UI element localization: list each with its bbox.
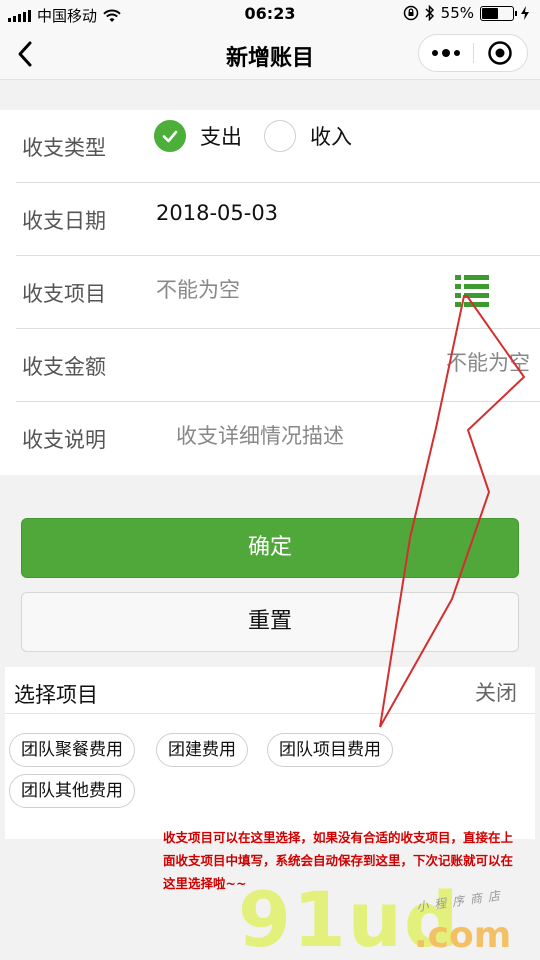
chip-item[interactable]: 团队聚餐费用 — [9, 733, 135, 767]
date-row[interactable]: 收支日期 2018-05-03 — [16, 183, 540, 256]
check-circle-icon — [154, 120, 186, 152]
account-form: 收支类型 支出 收入 收支日期 2018-05-03 收支项目 不能为空 收支金… — [0, 110, 540, 475]
radio-expense[interactable]: 支出 — [154, 120, 242, 152]
picker-title: 选择项目 — [14, 683, 98, 707]
type-row: 收支类型 支出 收入 — [16, 110, 540, 183]
battery-icon — [480, 5, 517, 21]
item-row: 收支项目 不能为空 — [16, 256, 540, 329]
battery-percent: 55% — [440, 4, 474, 22]
radio-expense-label: 支出 — [200, 125, 242, 149]
battery-fill — [482, 7, 498, 19]
item-input[interactable]: 不能为空 — [156, 274, 240, 304]
item-label: 收支项目 — [22, 282, 106, 306]
desc-input[interactable]: 收支详细情况描述 — [176, 420, 344, 450]
amount-row: 收支金额 不能为空 — [16, 329, 540, 402]
bluetooth-icon — [425, 5, 434, 21]
amount-input[interactable]: 不能为空 — [446, 347, 530, 377]
desc-row: 收支说明 收支详细情况描述 — [16, 402, 540, 475]
more-button[interactable] — [419, 49, 473, 57]
desc-label: 收支说明 — [22, 428, 106, 452]
dot-icon — [441, 49, 450, 57]
chip-item[interactable]: 团队项目费用 — [267, 733, 393, 767]
status-bar: 中国移动 06:23 55% — [0, 0, 540, 28]
mini-program-capsule — [418, 34, 528, 72]
amount-label: 收支金额 — [22, 355, 106, 379]
date-label: 收支日期 — [22, 209, 106, 233]
date-value[interactable]: 2018-05-03 — [156, 201, 278, 225]
chip-item[interactable]: 团队其他费用 — [9, 774, 135, 808]
dot-icon — [453, 50, 460, 56]
target-icon — [488, 41, 512, 65]
picker-close-button[interactable]: 关闭 — [475, 677, 517, 707]
nav-bar: 新增账目 — [0, 28, 540, 80]
radio-income-label: 收入 — [310, 125, 352, 149]
watermark-domain: .com — [414, 915, 512, 956]
orientation-lock-icon — [403, 5, 418, 21]
reset-button[interactable]: 重置 — [21, 592, 519, 652]
picker-divider — [5, 713, 535, 714]
confirm-button[interactable]: 确定 — [21, 518, 519, 578]
radio-income[interactable]: 收入 — [264, 120, 352, 152]
type-label: 收支类型 — [22, 136, 106, 160]
chip-item[interactable]: 团建费用 — [156, 733, 248, 767]
close-mini-program-button[interactable] — [473, 40, 527, 66]
radio-circle-icon — [264, 120, 296, 152]
dot-icon — [431, 50, 438, 56]
status-right: 55% — [403, 4, 530, 22]
item-picker-panel: 选择项目 关闭 团队聚餐费用 团建费用 团队项目费用 团队其他费用 — [5, 667, 535, 839]
list-icon[interactable] — [454, 272, 490, 308]
charging-icon — [521, 6, 529, 20]
